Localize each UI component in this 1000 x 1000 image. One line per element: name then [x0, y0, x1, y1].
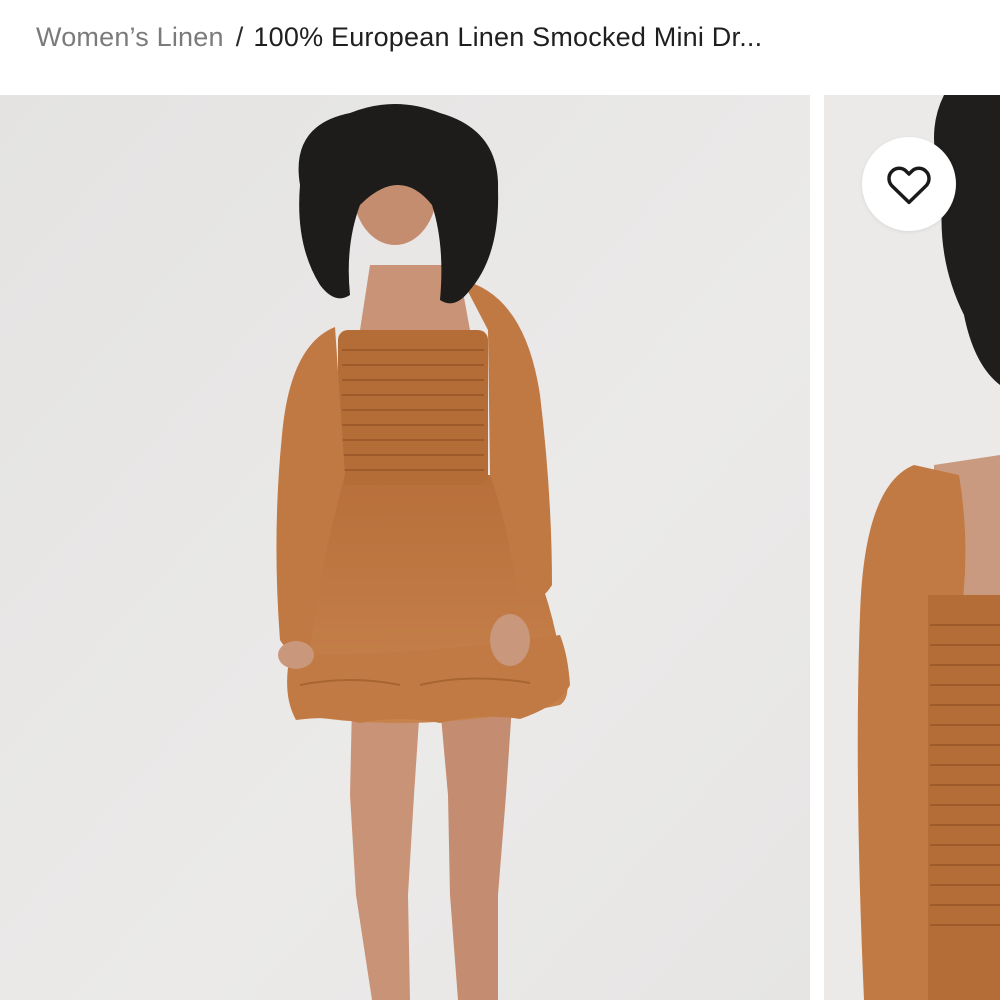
product-image-gallery[interactable] [0, 95, 1000, 1000]
breadcrumb-current-page: 100% European Linen Smocked Mini Dr... [253, 21, 763, 52]
product-page: Women’s Linen / 100% European Linen Smoc… [0, 0, 1000, 1000]
heart-icon [887, 166, 931, 205]
add-to-wishlist-button[interactable] [862, 137, 956, 231]
breadcrumb-separator: / [235, 21, 244, 52]
breadcrumb-link-womens-linen[interactable]: Women’s Linen [36, 22, 224, 53]
breadcrumb: Women’s Linen / 100% European Linen Smoc… [36, 14, 762, 60]
main-product-photo[interactable] [0, 95, 810, 1000]
model-photo-illustration [0, 95, 810, 1000]
